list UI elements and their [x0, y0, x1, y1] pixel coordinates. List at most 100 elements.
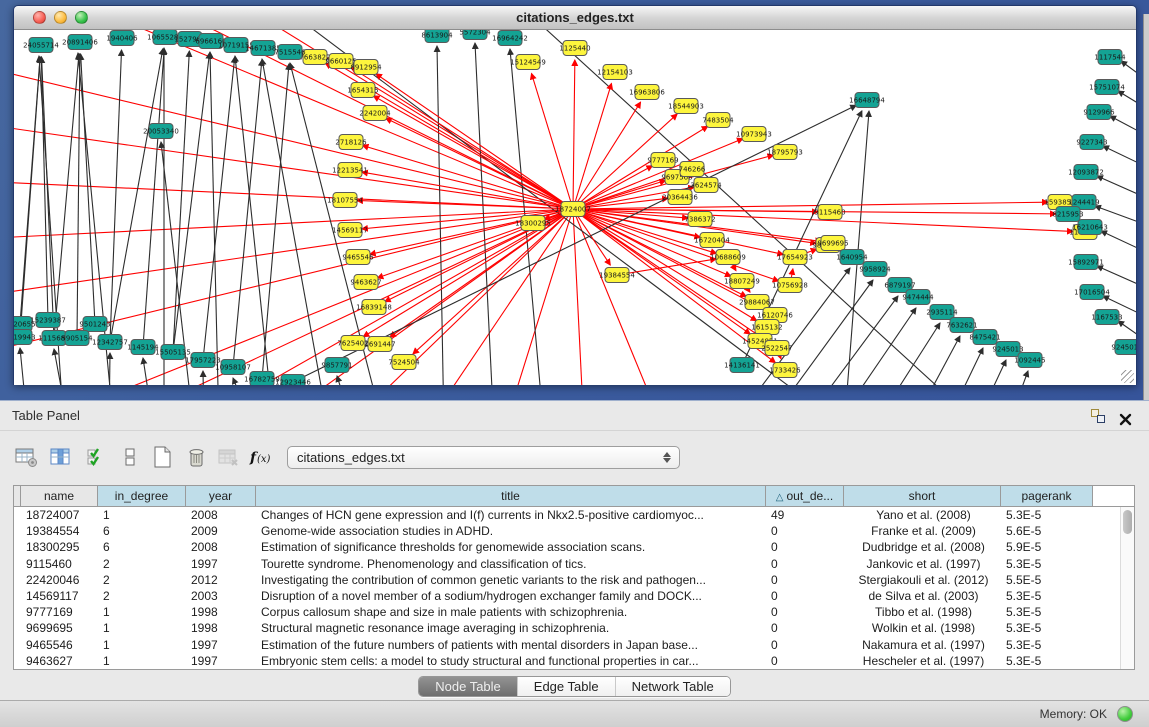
table-row[interactable]: 911546021997Tourette syndrome. Phenomeno…	[14, 556, 1120, 572]
graph-node[interactable]: 7524504	[388, 355, 420, 370]
graph-node[interactable]: 8613904	[421, 30, 453, 43]
column-header-name[interactable]: name	[21, 486, 98, 506]
graph-node[interactable]: 12342757	[92, 335, 128, 350]
table-row[interactable]: 946554611997Estimation of the future num…	[14, 637, 1120, 653]
graph-node[interactable]: 9465546	[342, 250, 374, 265]
table-row[interactable]: 1872400712008Changes of HCN gene express…	[14, 507, 1120, 523]
graph-node[interactable]: 1167533	[1091, 310, 1122, 325]
graph-node[interactable]: 2718126	[335, 135, 367, 150]
column-header-in_degree[interactable]: in_degree	[98, 486, 186, 506]
graph-node[interactable]: 1654315	[347, 83, 378, 98]
citation-network-graph[interactable]: 1872400776638229660125891295416543152242…	[14, 30, 1136, 385]
column-header-year[interactable]: year	[186, 486, 256, 506]
graph-node[interactable]: 9501243	[79, 317, 110, 332]
graph-node[interactable]: 9129966	[1083, 105, 1115, 120]
select-rows-icon[interactable]	[82, 443, 110, 471]
column-header-short[interactable]: short	[844, 486, 1001, 506]
network-canvas[interactable]: 1872400776638229660125891295416543152242…	[14, 30, 1136, 385]
tab-edge-table[interactable]: Edge Table	[518, 677, 616, 696]
graph-node[interactable]: 9463627	[350, 275, 381, 290]
column-header-out_de...[interactable]: △out_de...	[766, 486, 844, 506]
graph-node[interactable]: 15124549	[510, 55, 546, 70]
delete-table-icon[interactable]	[214, 443, 242, 471]
graph-node[interactable]: 16648794	[849, 93, 885, 108]
graph-node[interactable]: 18107554	[327, 193, 363, 208]
graph-node[interactable]: 1733426	[769, 363, 801, 378]
graph-node[interactable]: 7386372	[684, 212, 715, 227]
table-mode-icon[interactable]	[12, 443, 40, 471]
float-panel-icon[interactable]	[1091, 409, 1105, 423]
graph-node[interactable]: 20891406	[62, 35, 98, 50]
cell-year: 2008	[187, 539, 257, 555]
table-row[interactable]: 1830029562008Estimation of significance …	[14, 539, 1120, 555]
graph-node[interactable]: 1615132	[751, 320, 782, 335]
table-row[interactable]: 977716911998Corpus callosum shape and si…	[14, 604, 1120, 620]
tab-network-table[interactable]: Network Table	[616, 677, 730, 696]
graph-node[interactable]: 17654923	[777, 250, 813, 265]
graph-node[interactable]: 8912954	[350, 60, 382, 75]
column-header-gutter[interactable]	[14, 486, 21, 506]
svg-text:10958107: 10958107	[215, 364, 251, 372]
network-view-window[interactable]: citations_edges.txt 18724007766382296601…	[13, 5, 1137, 385]
tab-node-table[interactable]: Node Table	[419, 677, 518, 696]
graph-node[interactable]: 1117544	[1094, 50, 1126, 65]
function-builder-icon[interactable]: f(x)	[246, 443, 280, 471]
table-row[interactable]: 1938455462009Genome-wide association stu…	[14, 523, 1120, 539]
create-column-icon[interactable]	[148, 443, 176, 471]
graph-node[interactable]: 8475421	[969, 330, 1000, 345]
graph-node[interactable]: 12154103	[597, 65, 633, 80]
graph-node[interactable]: 3624574	[690, 178, 722, 193]
graph-node[interactable]: 9777169	[647, 153, 678, 168]
cell-gutter	[14, 507, 22, 523]
table-row[interactable]: 969969511998Structural magnetic resonanc…	[14, 620, 1120, 636]
graph-node[interactable]: 14569117	[332, 223, 368, 238]
graph-edge	[110, 49, 163, 342]
graph-node[interactable]: 5572304	[459, 30, 491, 40]
graph-node[interactable]: 1691447	[364, 337, 395, 352]
svg-text:16648794: 16648794	[849, 97, 885, 105]
delete-column-icon[interactable]	[182, 443, 210, 471]
graph-node[interactable]: 2242004	[359, 106, 391, 121]
graph-node[interactable]: 9474444	[902, 290, 934, 305]
graph-node[interactable]: 3919943	[14, 330, 36, 345]
table-selector-dropdown[interactable]: citations_edges.txt	[287, 446, 680, 469]
scrollbar-thumb[interactable]	[1123, 510, 1132, 534]
graph-node[interactable]: 9227343	[1076, 135, 1107, 150]
graph-node[interactable]: 24055714	[23, 38, 59, 53]
svg-text:7632621: 7632621	[946, 322, 977, 330]
table-row[interactable]: 946362711997Embryonic stem cells: a mode…	[14, 653, 1120, 669]
window-resize-grip-icon[interactable]	[1121, 370, 1134, 383]
table-vertical-scrollbar[interactable]	[1120, 507, 1134, 669]
graph-node[interactable]: 19384554	[599, 268, 635, 283]
show-columns-icon[interactable]	[46, 443, 74, 471]
graph-node[interactable]: 5905154	[61, 331, 93, 346]
close-panel-icon[interactable]	[1118, 408, 1133, 423]
graph-node[interactable]: 7632621	[946, 318, 977, 333]
graph-node[interactable]: 10688609	[710, 250, 746, 265]
graph-node[interactable]: 1092445	[1014, 353, 1045, 368]
graph-node[interactable]: 1125440	[559, 41, 590, 56]
table-row[interactable]: 2242004622012Investigating the contribut…	[14, 572, 1120, 588]
graph-node[interactable]: 16839148	[356, 300, 392, 315]
graph-node[interactable]: 9958924	[859, 262, 891, 277]
graph-node[interactable]: 9699695	[817, 236, 848, 251]
cell-gutter	[1094, 539, 1120, 555]
graph-node[interactable]: 2522547	[761, 341, 792, 356]
graph-node[interactable]: 8215953	[1052, 207, 1083, 222]
graph-node[interactable]: 746266	[679, 162, 706, 177]
row-height-icon[interactable]	[116, 443, 144, 471]
graph-node[interactable]: 18544903	[668, 99, 704, 114]
graph-node[interactable]: 16964242	[492, 31, 528, 46]
column-header-pagerank[interactable]: pagerank	[1001, 486, 1093, 506]
column-header-title[interactable]: title	[256, 486, 766, 506]
table-row[interactable]: 1456911722003Disruption of a novel membe…	[14, 588, 1120, 604]
graph-node[interactable]: 9857791	[321, 358, 352, 373]
network-window-titlebar[interactable]: citations_edges.txt	[14, 6, 1136, 30]
graph-node[interactable]: 7483504	[702, 113, 734, 128]
graph-node[interactable]: 7515546	[274, 45, 306, 60]
graph-node[interactable]: 16963806	[629, 85, 665, 100]
graph-node[interactable]: 9115460	[814, 205, 845, 220]
graph-node[interactable]: 1940406	[106, 31, 138, 46]
graph-node[interactable]: 9245012	[1111, 340, 1136, 355]
graph-node[interactable]: 16720404	[694, 233, 730, 248]
